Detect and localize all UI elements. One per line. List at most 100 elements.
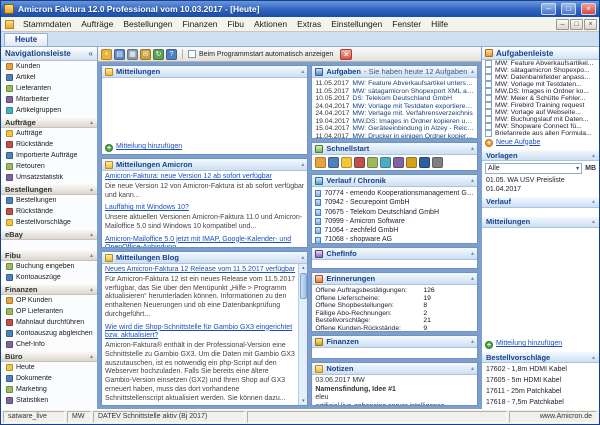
task-row[interactable]: 19.04.2017 MW,DS: Images in Ordner kopie…	[315, 118, 474, 126]
nav-item[interactable]: Aufträge	[1, 128, 97, 139]
task-item[interactable]: MW: Shopware Connect fü...	[482, 123, 599, 130]
nav-item[interactable]: Kunden	[1, 61, 97, 72]
task-item[interactable]: MW,DS: Images in Ordner ko...	[482, 88, 599, 95]
panel-verlauf-header[interactable]: Verlauf / Chronik ▴	[312, 175, 477, 187]
tab-heute[interactable]: Heute	[4, 33, 48, 46]
chevron-up-icon[interactable]: ▴	[471, 365, 474, 372]
bestellvorschlag-item[interactable]: 17605 - 5m HDMI Kabel	[482, 375, 599, 386]
add-message-link[interactable]: Mitteilung hinzufügen	[116, 143, 182, 152]
reminder-row[interactable]: Fällige Abo-Rechnungen: 2	[315, 310, 474, 318]
task-checkbox[interactable]	[485, 109, 492, 116]
panel-schnellstart-header[interactable]: Schnellstart ▴	[312, 143, 477, 155]
task-row[interactable]: 11.05.2017 MW: sätagamicron Shopexport X…	[315, 88, 474, 96]
menu-item[interactable]: Fibu	[222, 18, 249, 30]
nav-item[interactable]: Mitarbeiter	[1, 94, 97, 105]
nav-group-header-bestellungen[interactable]: Bestellungen ▴	[1, 183, 97, 195]
task-checkbox[interactable]	[485, 130, 492, 137]
quickstart-kasse-icon[interactable]	[393, 157, 404, 168]
task-item[interactable]: MW: Vorlage mit Testdaten...	[482, 81, 599, 88]
task-row[interactable]: 24.04.2017 MW: Verlage mit. Verfahrensve…	[315, 110, 474, 118]
task-checkbox[interactable]	[485, 123, 492, 130]
nav-item[interactable]: Rückstände	[1, 139, 97, 150]
verlauf-item[interactable]: 71068 - shopware AG	[315, 235, 474, 243]
panel-blog-header[interactable]: Mitteilungen Blog ▴	[102, 252, 307, 264]
menu-item[interactable]: Stammdaten	[18, 18, 76, 30]
mitteilungen-section-header[interactable]: Mitteilungen ▴	[482, 216, 599, 228]
menu-item[interactable]: Extras	[292, 18, 326, 30]
collapse-icon[interactable]: «	[89, 49, 93, 58]
news-link[interactable]: Wie wird die Shop-Schnittstelle für Gamb…	[105, 324, 295, 342]
chevron-up-icon[interactable]: ▴	[471, 177, 474, 184]
news-link[interactable]: Amicron-Mailoffice 5.0 jetzt mit IMAP, G…	[105, 236, 304, 248]
nav-item[interactable]: Artikelgruppen	[1, 105, 97, 116]
reminder-row[interactable]: Offene Auftragsbestätigungen: 126	[315, 287, 474, 295]
task-checkbox[interactable]	[485, 116, 492, 123]
nav-item[interactable]: OP Kunden	[1, 295, 97, 306]
task-item[interactable]: MW: sätagamicron Shopexpo...	[482, 67, 599, 74]
menu-item[interactable]: Aktionen	[249, 18, 292, 30]
nav-item[interactable]: Importierte Aufträge	[1, 150, 97, 161]
nav-item[interactable]: Artikel	[1, 72, 97, 83]
nav-item[interactable]: Marketing	[1, 384, 97, 395]
maximize-button[interactable]: □	[561, 3, 576, 15]
news-link[interactable]: Lauffähig mit Windows 10?	[105, 204, 304, 213]
quickstart-artikel-icon[interactable]	[328, 157, 339, 168]
mdi-close-button[interactable]: ×	[584, 19, 597, 30]
task-row[interactable]: 10.05.2017 DS: Telekom Deutschland GmbH	[315, 95, 474, 103]
nav-item[interactable]: Kontoauszug abgleichen	[1, 328, 97, 339]
checkbox-icon[interactable]	[188, 50, 196, 58]
chevron-up-icon[interactable]: ▴	[471, 338, 474, 345]
nav-item[interactable]: Bestellvorschläge	[1, 217, 97, 228]
verlauf-item[interactable]: 70774 - emendo Kooperationsmanagement Gm…	[315, 189, 474, 198]
news-link[interactable]: Neues Amicron-Faktura 12 Release vom 11.…	[105, 266, 295, 275]
menu-item[interactable]: Aufträge	[76, 18, 118, 30]
panel-mitteilungen-header[interactable]: Mitteilungen ▴	[102, 66, 307, 78]
panel-amicron-header[interactable]: Mitteilungen Amicron ▴	[102, 159, 307, 171]
panel-notizen-header[interactable]: Notizen ▴	[312, 363, 477, 375]
layout-icon[interactable]: ▤	[114, 49, 125, 60]
verlauf-item[interactable]: 71064 - zechfeld GmbH	[315, 226, 474, 235]
bestellvorschlaege-section-header[interactable]: Bestellvorschläge ▴	[482, 351, 599, 363]
task-row[interactable]: 24.04.2017 MW: Vorlage mit Testdaten exp…	[315, 103, 474, 111]
menu-item[interactable]: Fenster	[387, 18, 426, 30]
nav-item[interactable]: Bestellungen	[1, 195, 97, 206]
task-checkbox[interactable]	[485, 81, 492, 88]
chevron-up-icon[interactable]: ▴	[471, 275, 474, 282]
chevron-up-icon[interactable]: ▴	[471, 250, 474, 257]
statusbar-website-link[interactable]: www.Amicron.de	[509, 411, 597, 423]
vorlage-item[interactable]: 01.05. WA USV Preisliste 01.04.2017	[482, 176, 599, 196]
verlauf-item[interactable]: 70942 - Securepoint GmbH	[315, 198, 474, 207]
new-task-link[interactable]: Neue Aufgabe	[496, 139, 540, 148]
nav-item[interactable]: Statistiken	[1, 395, 97, 406]
task-checkbox[interactable]	[485, 67, 492, 74]
nav-item[interactable]: Dokumente	[1, 373, 97, 384]
scrollbar-up-icon[interactable]: ▴	[302, 264, 305, 272]
task-item[interactable]: MW: Feature Abverkaufsartikel...	[482, 60, 599, 67]
nav-item[interactable]: Kontoauszüge	[1, 272, 97, 283]
nav-group-header-buero[interactable]: Büro ▴	[1, 350, 97, 362]
task-item[interactable]: MW: Meier & Schütte Fehler...	[482, 95, 599, 102]
bestellvorschlag-item[interactable]: 17602 - 1,8m HDMI Kabel	[482, 364, 599, 375]
quickstart-auftraege-icon[interactable]	[341, 157, 352, 168]
task-row[interactable]: 11.04.2017 MW: Drucker in einigen Ordner…	[315, 133, 474, 139]
task-checkbox[interactable]	[485, 60, 492, 67]
task-row[interactable]: 11.05.2017 MW: Feature Abverkaufsartikel…	[315, 80, 474, 88]
new-entry-icon[interactable]: +	[101, 49, 112, 60]
task-item[interactable]: MW: Firebird Training request	[482, 102, 599, 109]
help-icon[interactable]: ?	[166, 49, 177, 60]
news-link[interactable]: Amicron-Faktura: neue Version 12 ab sofo…	[105, 173, 304, 182]
verlauf-item[interactable]: 70675 - Telekom Deutschland GmbH	[315, 208, 474, 217]
scrollbar-down-icon[interactable]: ▾	[302, 397, 305, 405]
nav-item[interactable]: Mahnlauf durchführen	[1, 317, 97, 328]
reminder-row[interactable]: Offene Kunden-Rückstände: 9	[315, 325, 474, 331]
quickstart-kalender-icon[interactable]	[419, 157, 430, 168]
nav-item[interactable]: Rückstände	[1, 206, 97, 217]
chevron-up-icon[interactable]: ▴	[301, 161, 304, 168]
task-row[interactable]: 15.04.2017 MW: Geräteeinbindung in Alzey…	[315, 125, 474, 133]
task-checkbox[interactable]	[485, 74, 492, 81]
menu-item[interactable]: Bestellungen	[118, 18, 177, 30]
nav-item[interactable]: Umsatzstatistik	[1, 172, 97, 183]
autoshow-checkbox[interactable]: Beim Programmstart automatisch anzeigen	[188, 50, 333, 58]
chevron-up-icon[interactable]: ▴	[471, 145, 474, 152]
nav-item[interactable]: Buchung eingeben	[1, 261, 97, 272]
